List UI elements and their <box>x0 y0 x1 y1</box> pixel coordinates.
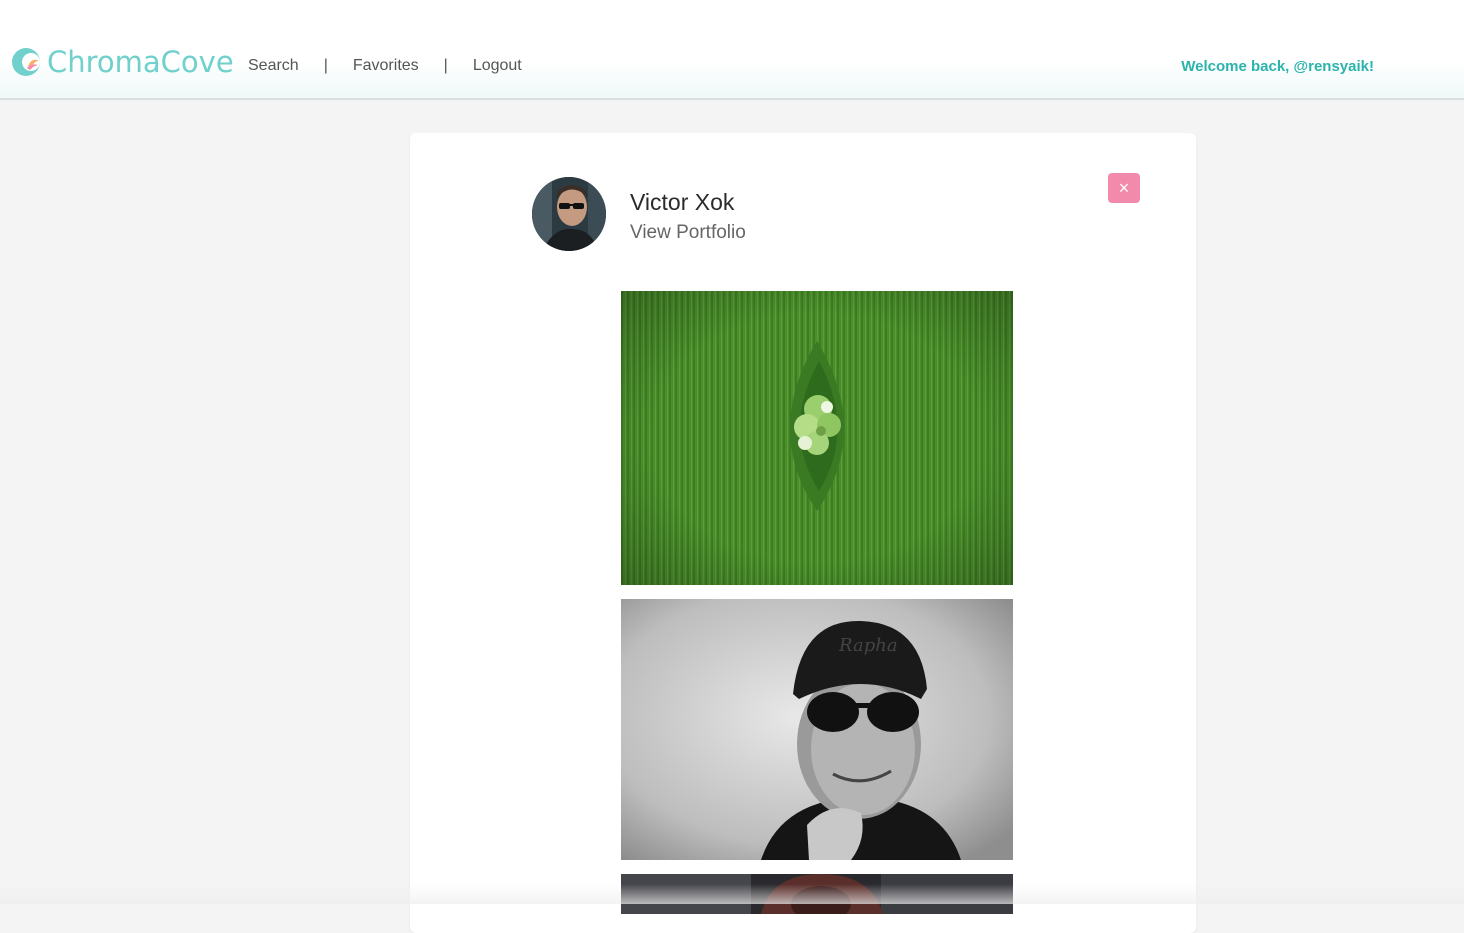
photo-partial-third[interactable] <box>621 874 1013 914</box>
nav-logout-link[interactable]: Logout <box>473 57 522 75</box>
nav-separator: | <box>323 57 328 74</box>
photographer-avatar[interactable] <box>532 177 606 251</box>
nav-favorites-link[interactable]: Favorites <box>353 57 419 75</box>
welcome-message: Welcome back, @rensyaik! <box>1181 58 1374 75</box>
logo-text: ChromaCove <box>47 45 234 79</box>
top-header: ChromaCove Search | Favorites | Logout W… <box>0 0 1464 100</box>
photo-green-field[interactable] <box>621 291 1013 585</box>
close-button[interactable]: × <box>1108 173 1140 203</box>
nav-separator: | <box>443 57 448 74</box>
photo-portrait-bw[interactable]: Rapha <box>621 599 1013 860</box>
close-icon: × <box>1118 178 1130 198</box>
nav-search-link[interactable]: Search <box>248 57 299 75</box>
main-nav: Search | Favorites | Logout <box>248 57 522 75</box>
chromacove-logo-icon <box>10 46 42 78</box>
svg-text:Rapha: Rapha <box>838 635 898 656</box>
view-portfolio-link[interactable]: View Portfolio <box>630 222 746 244</box>
chromacove-logo[interactable]: ChromaCove <box>10 44 234 80</box>
photographer-modal: Victor Xok View Portfolio × Rapha <box>410 133 1196 933</box>
photographer-name: Victor Xok <box>630 189 735 215</box>
